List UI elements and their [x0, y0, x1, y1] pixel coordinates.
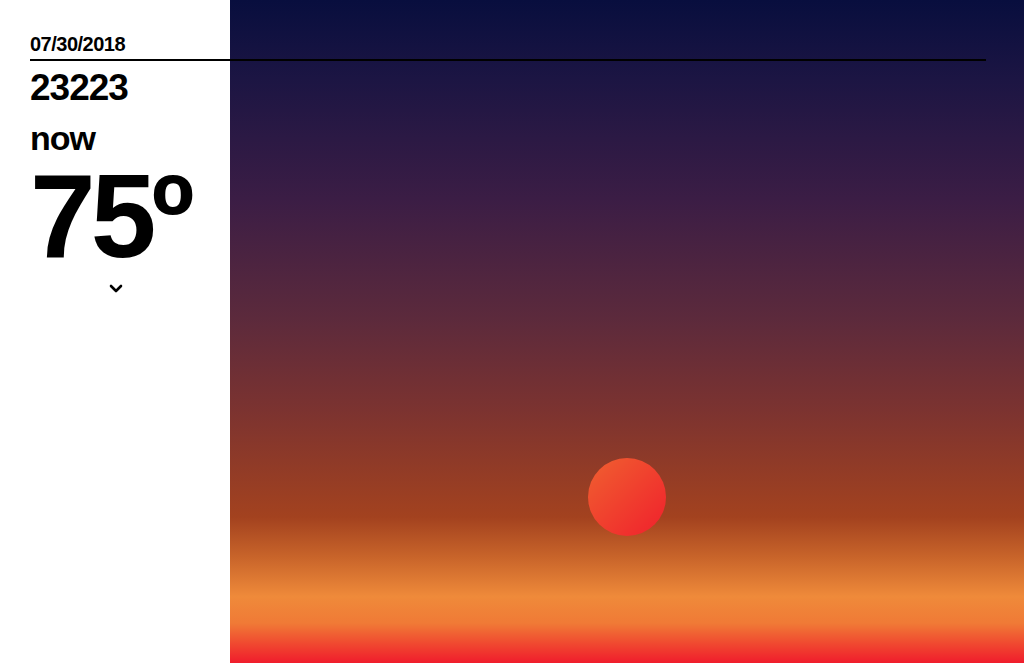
- temperature: 75º: [30, 164, 230, 268]
- expand-chevron-icon[interactable]: [109, 284, 123, 294]
- info-panel: 07/30/2018 23223 now 75º: [0, 0, 230, 663]
- sky-panel: [230, 0, 1024, 663]
- date-label: 07/30/2018: [30, 32, 230, 56]
- sun-icon: [588, 458, 666, 536]
- time-label: now: [30, 118, 230, 158]
- zip-code: 23223: [30, 68, 230, 108]
- divider-line: [30, 59, 986, 61]
- weather-page: 07/30/2018 23223 now 75º: [0, 0, 1024, 663]
